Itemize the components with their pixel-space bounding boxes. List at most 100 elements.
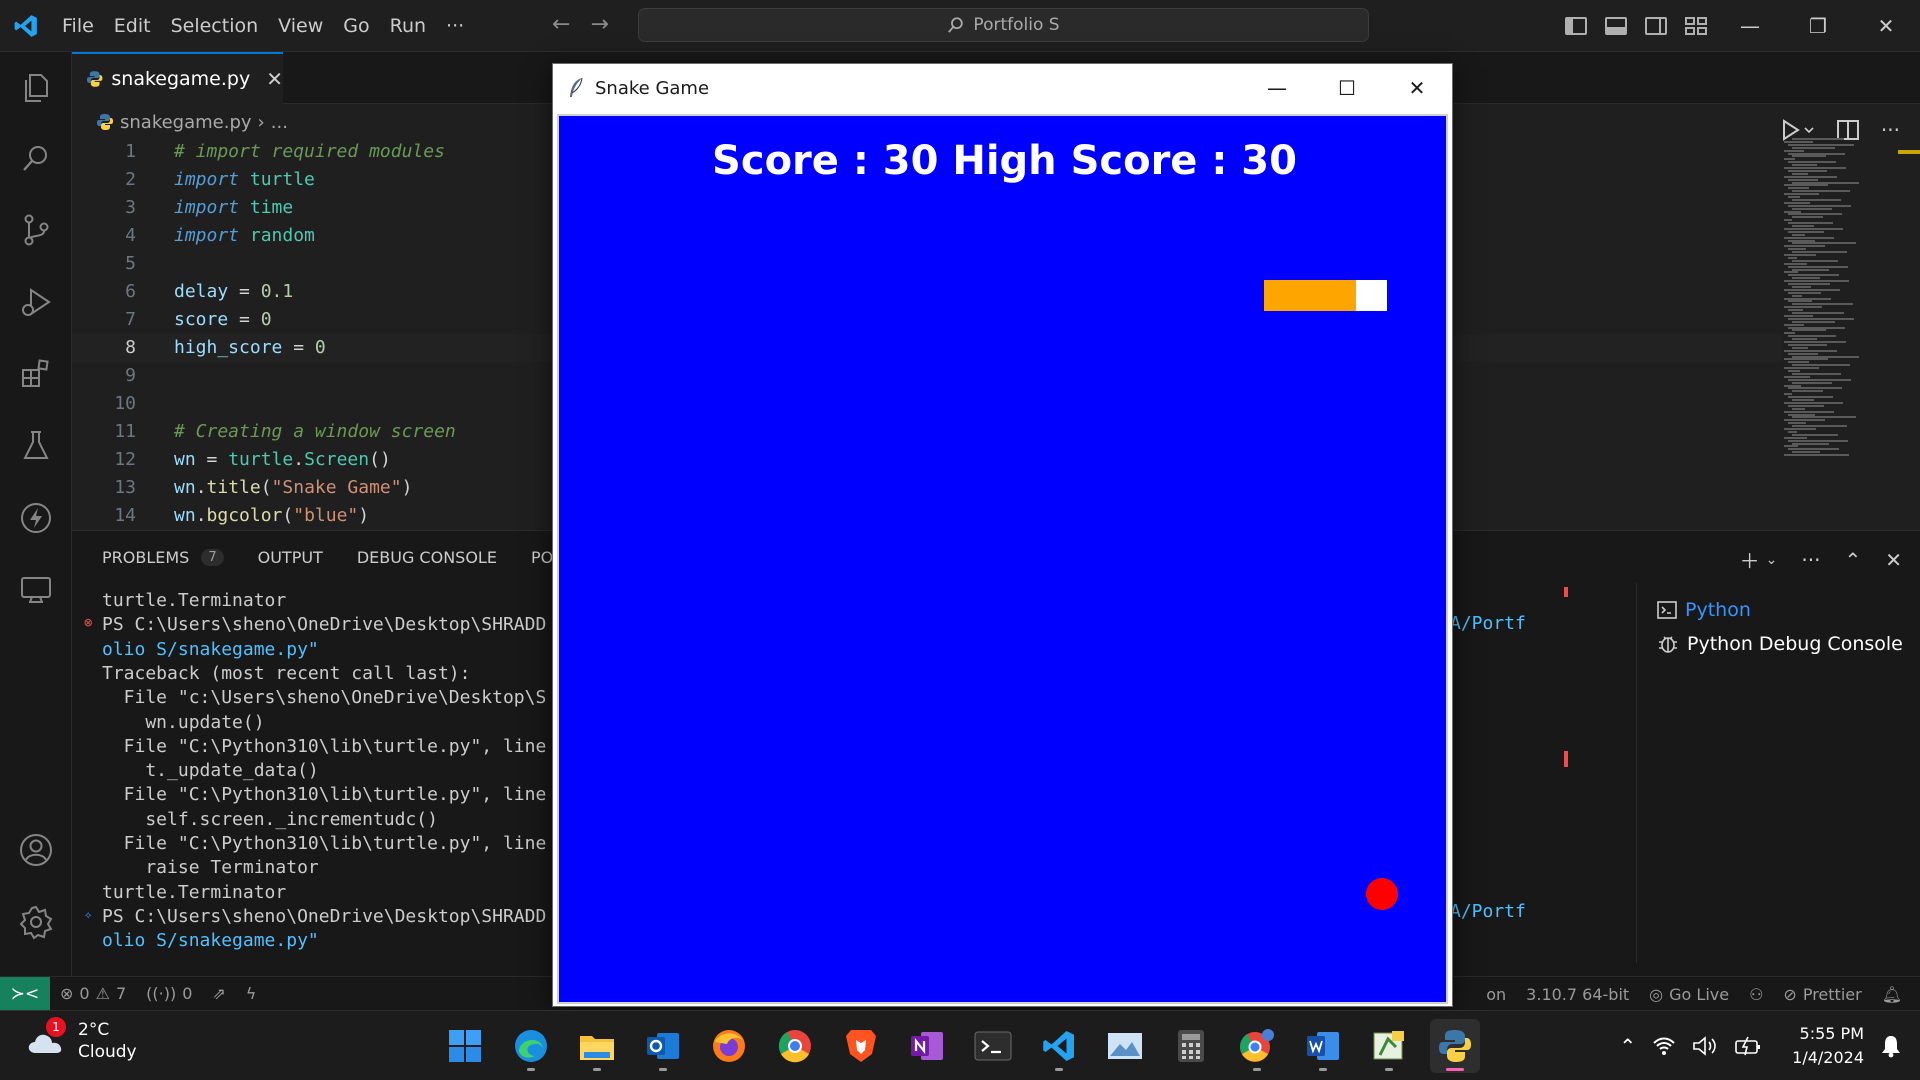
ports-status[interactable]: ((·)) 0 xyxy=(136,984,202,1003)
terminal-app-icon[interactable] xyxy=(968,1019,1018,1073)
panel-tab-bar: PROBLEMS 7 OUTPUT DEBUG CONSOLE POR xyxy=(102,531,564,583)
chrome-profile-icon[interactable] xyxy=(1232,1019,1282,1073)
tab-problems[interactable]: PROBLEMS 7 xyxy=(102,548,224,567)
command-center-search[interactable]: Portfolio S xyxy=(638,8,1369,42)
share-icon[interactable]: ⇗ xyxy=(202,984,235,1003)
settings-gear-icon[interactable] xyxy=(16,902,56,942)
breadcrumb-file[interactable]: snakegame.py xyxy=(120,112,252,133)
menu-more[interactable]: ··· xyxy=(436,0,474,52)
snake-window-titlebar[interactable]: Snake Game — ☐ ✕ xyxy=(553,64,1452,112)
menu-selection[interactable]: Selection xyxy=(161,0,269,52)
forward-arrow-icon[interactable]: → xyxy=(590,12,608,37)
vscode-app-icon[interactable] xyxy=(1034,1019,1084,1073)
close-window-icon[interactable]: ✕ xyxy=(1852,0,1920,52)
remote-explorer-icon[interactable] xyxy=(16,570,56,610)
language-fragment[interactable]: on xyxy=(1476,985,1516,1004)
restore-window-icon[interactable]: ❐ xyxy=(1784,0,1852,52)
minimap-line xyxy=(1792,425,1847,428)
tab-output[interactable]: OUTPUT xyxy=(258,548,323,567)
chrome-icon[interactable] xyxy=(770,1019,820,1073)
maximize-icon[interactable]: ☐ xyxy=(1312,64,1382,112)
toggle-primary-sidebar-icon[interactable] xyxy=(1565,17,1587,35)
calculator-icon[interactable] xyxy=(1166,1019,1216,1073)
battery-charging-icon[interactable] xyxy=(1734,1036,1762,1056)
menu-run[interactable]: Run xyxy=(380,0,436,52)
tab-close-icon[interactable]: ✕ xyxy=(266,67,283,91)
lightning-status-icon[interactable]: ϟ xyxy=(236,984,267,1003)
weather-description: Cloudy xyxy=(78,1042,137,1062)
minimap-line xyxy=(1788,265,1848,268)
code-token: "Snake Game" xyxy=(271,477,402,498)
menu-go[interactable]: Go xyxy=(333,0,379,52)
firefox-icon[interactable] xyxy=(704,1019,754,1073)
accounts-icon[interactable] xyxy=(16,830,56,870)
more-actions-icon[interactable]: ··· xyxy=(1881,118,1900,142)
problems-status[interactable]: ⊗ 0 ⚠ 7 xyxy=(50,984,136,1003)
back-arrow-icon[interactable]: ← xyxy=(552,12,570,37)
start-button-windows-icon[interactable] xyxy=(440,1019,490,1073)
extensions-icon[interactable] xyxy=(16,354,56,394)
testing-flask-icon[interactable] xyxy=(16,426,56,466)
minimap-line xyxy=(1788,396,1833,399)
terminal-item-python[interactable]: Python xyxy=(1657,595,1751,625)
python-app-icon[interactable] xyxy=(1430,1019,1480,1073)
broadcast-icon: ◎ xyxy=(1649,984,1664,1004)
python-interpreter[interactable]: 3.10.7 64-bit xyxy=(1516,985,1639,1004)
close-icon[interactable]: ✕ xyxy=(1382,64,1452,112)
close-panel-icon[interactable]: ✕ xyxy=(1885,548,1902,572)
toggle-secondary-sidebar-icon[interactable] xyxy=(1645,17,1667,35)
code-token: 0 xyxy=(314,337,326,358)
brave-browser-icon[interactable] xyxy=(836,1019,886,1073)
minimize-window-icon[interactable]: — xyxy=(1716,0,1784,52)
menu-file[interactable]: File xyxy=(52,0,104,52)
go-live-button[interactable]: ◎ Go Live xyxy=(1639,985,1739,1004)
game-canvas[interactable]: Score : 30 High Score : 30 xyxy=(557,114,1448,1004)
minimap-line xyxy=(1792,355,1859,358)
minimap[interactable] xyxy=(1784,138,1874,458)
onenote-icon[interactable] xyxy=(902,1019,952,1073)
remote-indicator-icon[interactable]: ≻< xyxy=(0,976,50,1011)
new-terminal-plus-icon[interactable]: ＋ xyxy=(1740,545,1760,574)
command-error-icon[interactable]: ⊗ xyxy=(84,615,92,631)
menu-view[interactable]: View xyxy=(268,0,333,52)
clock[interactable]: 5:55 PM 1/4/2024 xyxy=(1792,1022,1864,1070)
line-number: 10 xyxy=(114,393,136,414)
weather-widget[interactable]: 1 2°C Cloudy xyxy=(26,1017,137,1063)
source-control-icon[interactable] xyxy=(16,210,56,250)
chevron-down-icon[interactable]: ⌄ xyxy=(1766,552,1778,568)
outlook-icon[interactable] xyxy=(638,1019,688,1073)
lightning-extension-icon[interactable] xyxy=(16,498,56,538)
breadcrumb-symbols[interactable]: ... xyxy=(271,112,288,133)
volume-icon[interactable] xyxy=(1692,1036,1718,1056)
prettier-button[interactable]: ⊘ Prettier xyxy=(1773,985,1871,1004)
tab-snakegame-py[interactable]: snakegame.py ✕ xyxy=(72,52,283,104)
copilot-icon[interactable]: ⚇ xyxy=(1739,985,1773,1004)
edge-browser-icon[interactable] xyxy=(506,1019,556,1073)
split-editor-icon[interactable] xyxy=(1836,120,1859,140)
search-icon[interactable] xyxy=(16,138,56,178)
tab-debug-console[interactable]: DEBUG CONSOLE xyxy=(357,548,497,567)
minimize-icon[interactable]: — xyxy=(1242,64,1312,112)
customize-layout-icon[interactable] xyxy=(1685,17,1707,35)
wifi-icon[interactable] xyxy=(1652,1036,1676,1056)
more-actions-icon[interactable]: ··· xyxy=(1801,548,1820,572)
prettier-label: Prettier xyxy=(1802,984,1862,1004)
show-hidden-icons-chevron-icon[interactable]: ⌃ xyxy=(1619,1034,1636,1058)
notification-bell-icon[interactable] xyxy=(1880,1034,1902,1058)
toggle-panel-icon[interactable] xyxy=(1605,17,1627,35)
system-tray: ⌃ 5:55 PM 1/4/2024 xyxy=(1619,1019,1902,1073)
minimap-line xyxy=(1788,352,1818,355)
code-token: ( xyxy=(282,505,294,526)
maximize-panel-icon[interactable]: ⌃ xyxy=(1844,548,1861,572)
word-icon[interactable] xyxy=(1298,1019,1348,1073)
minimap-line xyxy=(1788,161,1836,164)
command-sparkle-icon[interactable]: ✧ xyxy=(84,907,92,923)
file-explorer-icon[interactable] xyxy=(572,1019,622,1073)
notifications-bell-icon[interactable]: 🔔︎ xyxy=(1872,985,1920,1004)
run-and-debug-icon[interactable] xyxy=(16,282,56,322)
terminal-item-python-debug-console[interactable]: Python Debug Console xyxy=(1657,629,1903,659)
python-idle-icon[interactable] xyxy=(1364,1019,1414,1073)
menu-edit[interactable]: Edit xyxy=(104,0,161,52)
explorer-icon[interactable] xyxy=(16,68,56,108)
image-viewer-icon[interactable] xyxy=(1100,1019,1150,1073)
